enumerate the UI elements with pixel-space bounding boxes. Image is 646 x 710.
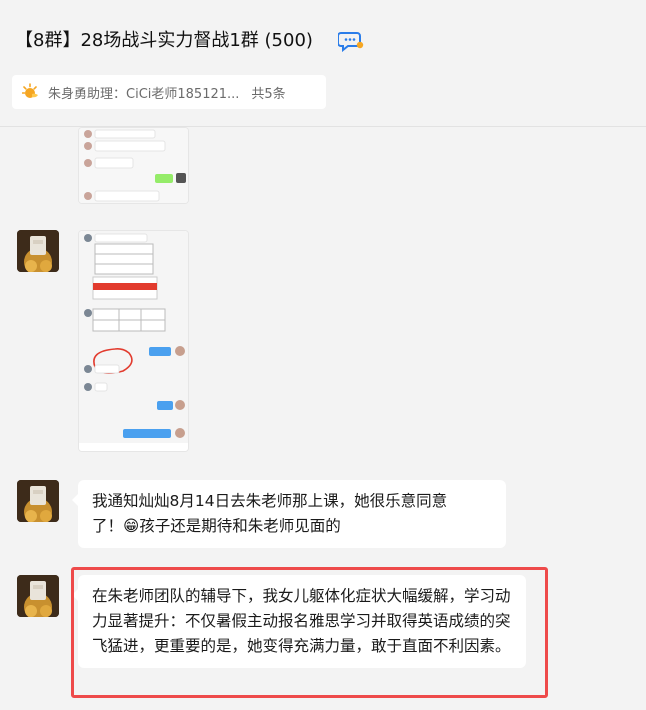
avatar[interactable]	[17, 480, 59, 522]
message-text-line2: 了！😁孩子还是期待和朱老师见面的	[92, 514, 492, 539]
chat-bubble-icon[interactable]	[338, 28, 364, 52]
image-message-2[interactable]	[78, 230, 189, 452]
avatar[interactable]	[17, 230, 59, 272]
notice-count[interactable]: 共5条	[251, 83, 285, 102]
grin-emoji-icon: 😁	[123, 517, 140, 535]
group-title[interactable]: 【8群】28场战斗实力督战1群 (500)	[15, 30, 313, 52]
chat-screenshot-image	[79, 128, 188, 203]
message-text-line1: 我通知灿灿8月14日去朱老师那上课，她很乐意同意	[92, 492, 448, 510]
highlight-box	[71, 567, 548, 698]
chat-screenshot-image	[79, 231, 188, 451]
chat-header: 【8群】28场战斗实力督战1群 (500)	[0, 0, 646, 70]
sun-notice-icon	[22, 83, 38, 98]
avatar[interactable]	[17, 575, 59, 617]
image-message-1[interactable]	[78, 127, 189, 204]
text-message-1[interactable]: 我通知灿灿8月14日去朱老师那上课，她很乐意同意 了！😁孩子还是期待和朱老师见面…	[72, 480, 506, 548]
pinned-notice[interactable]: 朱身勇助理：CiCi老师185121... 共5条	[12, 75, 326, 109]
message-text-post: 孩子还是期待和朱老师见面的	[139, 517, 341, 535]
notice-text: 朱身勇助理：CiCi老师185121...	[48, 86, 240, 102]
message-text-pre: 了！	[92, 517, 124, 535]
